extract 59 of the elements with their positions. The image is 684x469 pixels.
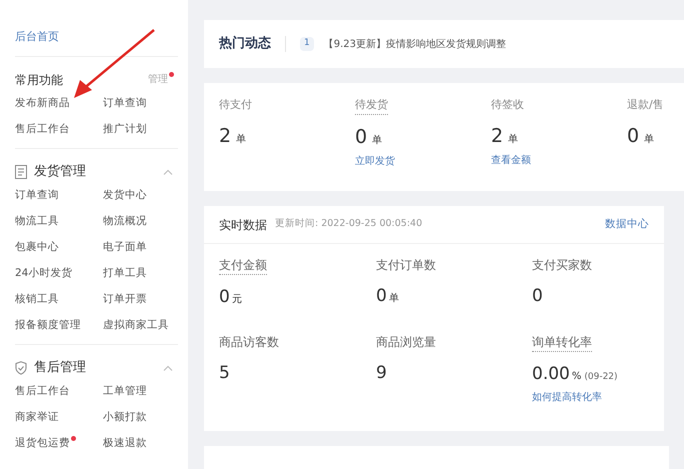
section-title: 发货管理 — [34, 162, 86, 181]
data-center-link[interactable]: 数据中心 — [605, 216, 649, 232]
order-count: 2 单 — [219, 124, 248, 148]
menu-link[interactable]: 包裹中心 — [15, 240, 59, 256]
menu-link[interactable]: 订单查询 — [103, 96, 147, 112]
shield-check-icon — [15, 360, 27, 374]
order-label: 待发货 — [355, 97, 388, 114]
chevron-up-icon[interactable] — [163, 364, 173, 370]
news-link[interactable]: 【9.23更新】疫情影响地区发货规则调整 — [324, 36, 506, 52]
menu-link[interactable]: 商家举证 — [15, 410, 59, 426]
metric-label: 商品浏览量 — [376, 334, 436, 350]
conversion-tip-link[interactable]: 如何提高转化率 — [532, 390, 602, 405]
order-label: 退款/售 — [627, 97, 664, 113]
order-count: 0 单 — [627, 124, 656, 148]
menu-link[interactable]: 发布新商品 — [15, 96, 70, 112]
metric-label: 商品访客数 — [219, 334, 279, 350]
menu-link[interactable]: 小额打款 — [103, 410, 147, 426]
section-title: 常用功能 — [15, 72, 63, 88]
menu-link[interactable]: 售后工作台 — [15, 384, 70, 400]
menu-link[interactable]: 物流概况 — [103, 214, 147, 230]
menu-link[interactable]: 24小时发货 — [15, 266, 72, 282]
menu-link[interactable]: 退货包运费 — [15, 436, 76, 452]
metric-value: 0 — [532, 285, 543, 308]
order-label: 待支付 — [219, 97, 252, 113]
order-count: 2 单 — [491, 124, 520, 148]
section-title: 售后管理 — [34, 358, 86, 377]
menu-link[interactable]: 核销工具 — [15, 292, 59, 308]
metric-value: 9 — [376, 362, 387, 384]
document-icon — [15, 164, 27, 178]
metric-value: 5 — [219, 362, 230, 384]
menu-link[interactable]: 虚拟商家工具 — [103, 318, 169, 334]
menu-link[interactable]: 推广计划 — [103, 122, 147, 138]
order-count: 0 单 — [355, 124, 384, 150]
news-title: 热门动态 — [219, 34, 271, 54]
update-time: 更新时间: 2022-09-25 00:05:40 — [275, 217, 422, 232]
menu-link[interactable]: 报备额度管理 — [15, 318, 81, 334]
menu-link[interactable]: 工单管理 — [103, 384, 147, 400]
chevron-up-icon[interactable] — [163, 168, 173, 174]
menu-link[interactable]: 电子面单 — [103, 240, 147, 256]
menu-link[interactable]: 售后工作台 — [15, 122, 70, 138]
menu-link[interactable]: 打单工具 — [103, 266, 147, 282]
order-action-link[interactable]: 立即发货 — [355, 154, 395, 169]
menu-link[interactable]: 发货中心 — [103, 188, 147, 204]
home-link[interactable]: 后台首页 — [15, 29, 178, 56]
order-label: 待签收 — [491, 97, 524, 113]
metric-value: 0 单 — [376, 285, 399, 308]
order-action-link[interactable]: 查看金额 — [491, 153, 531, 168]
metric-value: 0 元 — [219, 286, 242, 309]
metric-label: 支付金额 — [219, 256, 267, 275]
menu-link[interactable]: 订单开票 — [103, 292, 147, 308]
metric-value: 0.00% (09-22) — [532, 362, 618, 386]
news-index: 1 — [300, 37, 314, 51]
metric-label: 询单转化率 — [532, 332, 592, 352]
menu-link[interactable]: 极速退款 — [103, 436, 147, 452]
metric-label: 支付买家数 — [532, 257, 592, 274]
metric-label: 支付订单数 — [376, 257, 436, 274]
menu-link[interactable]: 物流工具 — [15, 214, 59, 230]
menu-link[interactable]: 订单查询 — [15, 188, 59, 204]
realtime-title: 实时数据 — [219, 216, 267, 234]
